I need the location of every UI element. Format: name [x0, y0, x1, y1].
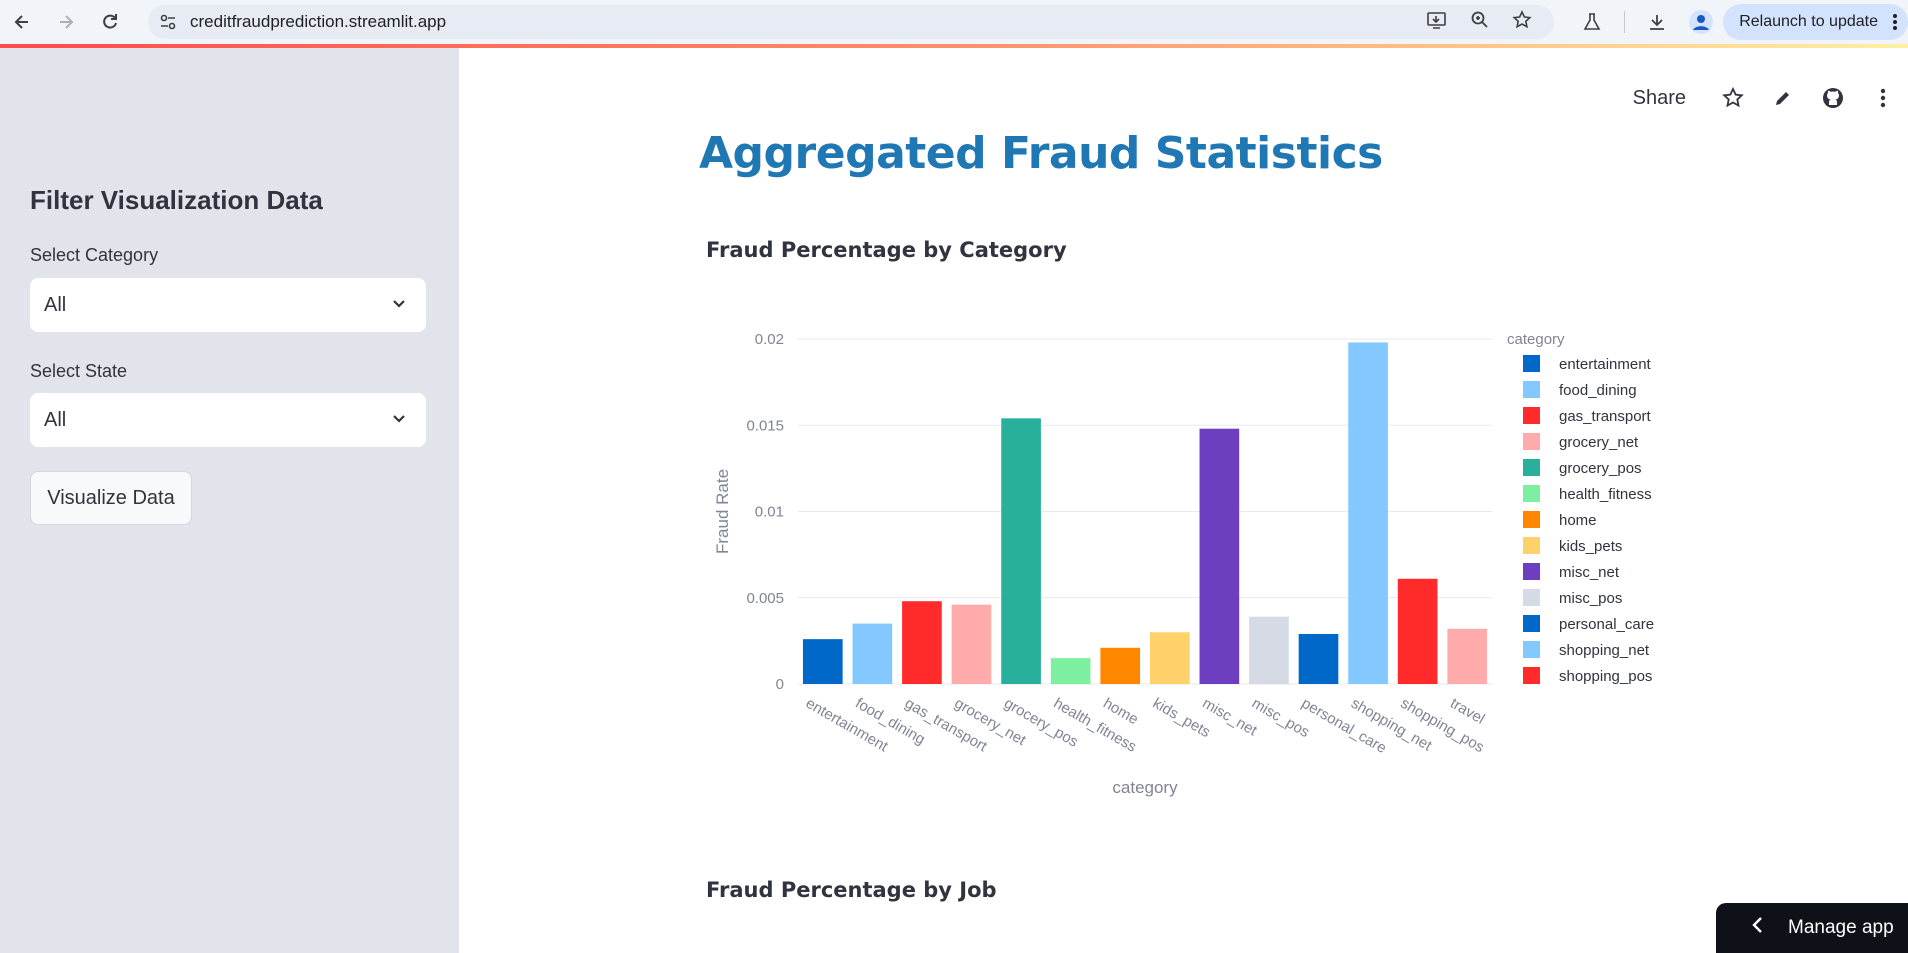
- legend-title: category: [1507, 331, 1565, 348]
- y-tick-label: 0.015: [746, 417, 784, 434]
- bookmark-star-icon[interactable]: [1512, 9, 1532, 35]
- fraud-by-category-chart: 0 0.005 0.01 0.015 0.02 entertainment food_din…: [699, 318, 1659, 878]
- browser-toolbar: creditfraudprediction.streamlit.app Rela…: [0, 0, 1908, 44]
- chevron-down-icon: [390, 409, 408, 433]
- app-header-toolbar: Share: [1633, 74, 1908, 122]
- legend-item[interactable]: grocery_pos: [1559, 460, 1642, 477]
- legend-swatch[interactable]: [1523, 407, 1540, 424]
- page-title: Aggregated Fraud Statistics: [699, 128, 1383, 179]
- category-label: Select Category: [30, 245, 159, 265]
- legend-item[interactable]: gas_transport: [1559, 408, 1652, 425]
- relaunch-button[interactable]: Relaunch to update: [1723, 4, 1908, 40]
- legend-swatch[interactable]: [1523, 563, 1540, 580]
- legend-swatch[interactable]: [1523, 615, 1540, 632]
- legend-item[interactable]: home: [1559, 512, 1597, 529]
- more-vert-icon[interactable]: [1892, 13, 1898, 36]
- download-icon[interactable]: [1635, 0, 1679, 44]
- legend-swatch[interactable]: [1523, 641, 1540, 658]
- more-vert-icon[interactable]: [1858, 74, 1908, 122]
- chevron-left-icon: [1752, 916, 1764, 940]
- y-tick-label: 0.005: [746, 590, 784, 607]
- zoom-icon[interactable]: [1470, 10, 1490, 35]
- back-icon[interactable]: [0, 0, 44, 44]
- y-tick-label: 0: [776, 676, 784, 693]
- state-select-value: All: [44, 408, 67, 431]
- legend-swatch[interactable]: [1523, 485, 1540, 502]
- bar-kids_pets: [1149, 632, 1190, 684]
- visualize-data-button[interactable]: Visualize Data: [30, 471, 192, 525]
- reload-icon[interactable]: [88, 0, 132, 44]
- sidebar: Filter Visualization Data Select Categor…: [0, 48, 459, 953]
- bar-gas_transport: [902, 601, 942, 684]
- legend-item[interactable]: food_dining: [1559, 382, 1637, 399]
- legend-item[interactable]: grocery_net: [1559, 434, 1639, 451]
- main-content: Share Aggregated Fraud Statistics Fraud …: [459, 48, 1908, 953]
- sidebar-title: Filter Visualization Data: [30, 185, 323, 215]
- legend-item[interactable]: shopping_pos: [1559, 668, 1652, 685]
- state-label: Select State: [30, 361, 128, 381]
- toolbar-divider: [1624, 11, 1626, 33]
- legend: entertainment food_dining gas_transportgro…: [1523, 355, 1654, 685]
- y-tick-label: 0.02: [755, 331, 784, 348]
- bar-personal_care: [1298, 633, 1339, 684]
- bar-shopping_net: [1348, 342, 1388, 684]
- bar-grocery_net: [951, 604, 992, 684]
- legend-swatch[interactable]: [1523, 459, 1540, 476]
- legend-swatch[interactable]: [1523, 589, 1540, 606]
- legend-item[interactable]: misc_pos: [1559, 590, 1622, 607]
- y-tick-label: 0.01: [755, 504, 784, 521]
- github-icon[interactable]: [1808, 74, 1858, 122]
- install-icon[interactable]: [1426, 10, 1448, 35]
- legend-item[interactable]: entertainment: [1559, 356, 1652, 373]
- share-button[interactable]: Share: [1633, 87, 1686, 110]
- legend-swatch[interactable]: [1523, 355, 1540, 372]
- bar-chart-svg: 0 0.005 0.01 0.015 0.02 entertainment food_din…: [713, 331, 1654, 797]
- labs-flask-icon[interactable]: [1570, 0, 1614, 44]
- legend-item[interactable]: personal_care: [1559, 616, 1654, 633]
- category-select[interactable]: All: [30, 278, 426, 332]
- edit-pencil-icon[interactable]: [1758, 74, 1808, 122]
- site-settings-icon[interactable]: [148, 5, 188, 39]
- legend-swatch[interactable]: [1523, 667, 1540, 684]
- legend-item[interactable]: health_fitness: [1559, 486, 1652, 503]
- category-select-value: All: [44, 293, 67, 316]
- legend-item[interactable]: misc_net: [1559, 564, 1620, 581]
- bar-shopping_pos: [1397, 578, 1438, 684]
- bar-misc_net: [1199, 428, 1240, 684]
- x-axis-title: category: [1112, 778, 1178, 797]
- legend-swatch[interactable]: [1523, 511, 1540, 528]
- legend-swatch[interactable]: [1523, 381, 1540, 398]
- chevron-down-icon: [390, 294, 408, 318]
- forward-icon[interactable]: [44, 0, 88, 44]
- bar-entertainment: [802, 639, 843, 684]
- legend-item[interactable]: kids_pets: [1559, 538, 1622, 555]
- bar-misc_pos: [1249, 616, 1289, 684]
- bar-home: [1100, 647, 1141, 684]
- legend-item[interactable]: shopping_net: [1559, 642, 1650, 659]
- y-axis-title: Fraud Rate: [713, 469, 732, 554]
- legend-swatch[interactable]: [1523, 433, 1540, 450]
- url-text: creditfraudprediction.streamlit.app: [190, 12, 447, 31]
- address-bar[interactable]: creditfraudprediction.streamlit.app: [148, 5, 1554, 39]
- chart-title-category: Fraud Percentage by Category: [706, 238, 1067, 262]
- bar-health_fitness: [1050, 658, 1091, 684]
- bar-grocery_pos: [1001, 418, 1041, 684]
- chart-title-job: Fraud Percentage by Job: [706, 878, 997, 902]
- state-select[interactable]: All: [30, 393, 426, 447]
- manage-app-label: Manage app: [1788, 917, 1894, 938]
- manage-app-button[interactable]: Manage app: [1716, 903, 1908, 953]
- relaunch-label: Relaunch to update: [1739, 13, 1878, 30]
- star-icon[interactable]: [1708, 74, 1758, 122]
- bar-food_dining: [852, 623, 893, 684]
- legend-swatch[interactable]: [1523, 537, 1540, 554]
- profile-icon[interactable]: [1679, 0, 1723, 44]
- bar-travel: [1447, 628, 1488, 684]
